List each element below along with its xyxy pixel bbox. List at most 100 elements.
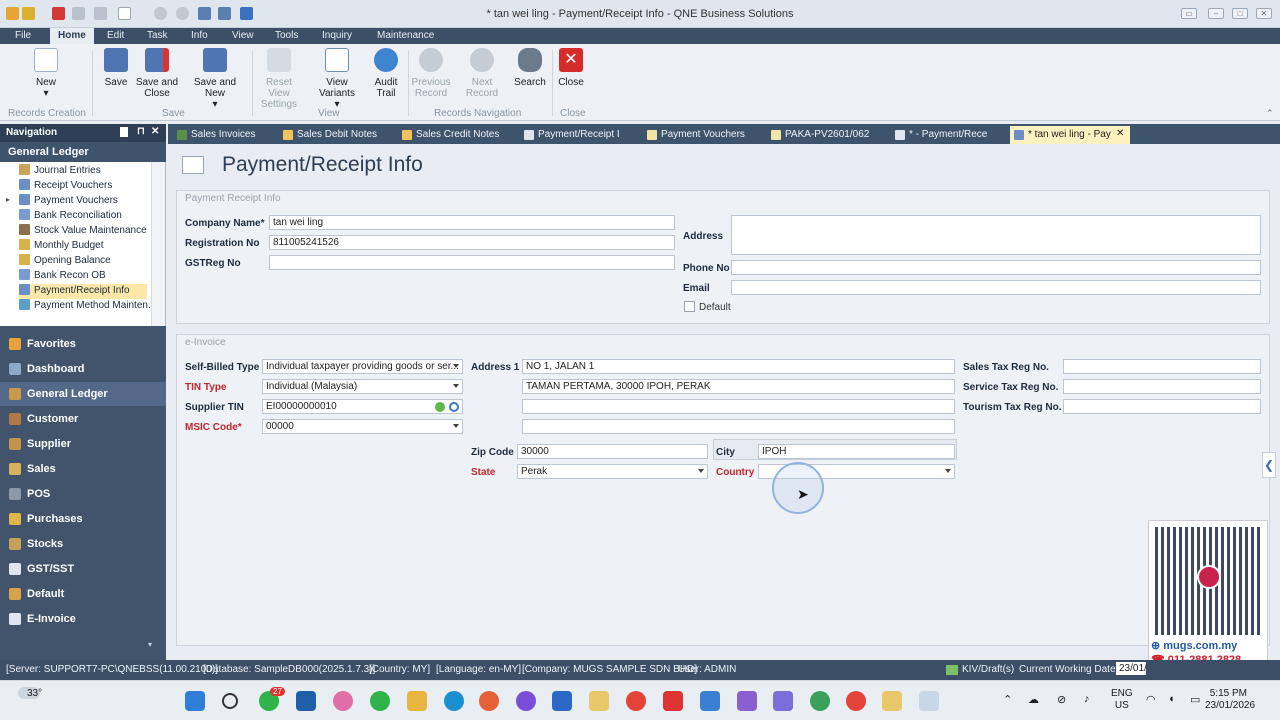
company-name-field[interactable]: tan wei ling (269, 215, 675, 230)
minimize-icon[interactable]: – (1208, 8, 1224, 19)
tab-sales-debit-notes[interactable]: Sales Debit Notes (279, 126, 377, 144)
save-button[interactable]: Save (100, 48, 132, 88)
save-close-button[interactable]: Save and Close (134, 48, 180, 99)
side-panel-toggle-icon[interactable]: ❮ (1262, 452, 1276, 478)
menu-maintenance[interactable]: Maintenance (377, 30, 434, 41)
module-sales[interactable]: Sales (0, 457, 166, 481)
pin-icon[interactable]: ⊓ (137, 126, 145, 137)
tree-item-payment-receipt-info[interactable]: Payment/Receipt Info (19, 284, 147, 299)
address-3-field[interactable] (522, 399, 955, 414)
chrome-icon[interactable] (626, 691, 646, 711)
menu-info[interactable]: Info (191, 30, 208, 41)
wps-icon[interactable] (663, 691, 683, 711)
collapse-ribbon-icon[interactable]: ⌃ (1266, 108, 1274, 119)
gstreg-no-field[interactable] (269, 255, 675, 270)
menu-task[interactable]: Task (147, 30, 168, 41)
menu-view[interactable]: View (232, 30, 254, 41)
store-icon[interactable] (296, 691, 316, 711)
camera-off-icon[interactable]: ⊘ (1057, 693, 1066, 706)
nav-expand-icon[interactable]: ▾ (148, 640, 152, 649)
cloud-icon[interactable]: ☁ (1028, 693, 1039, 706)
tree-item-payment-vouchers[interactable]: Payment Vouchers (19, 194, 147, 209)
msic-code-select[interactable]: 00000 (262, 419, 463, 434)
menu-edit[interactable]: Edit (107, 30, 124, 41)
chrome-icon[interactable] (810, 691, 830, 711)
qne-icon[interactable] (589, 691, 609, 711)
tourism-tax-reg-field[interactable] (1063, 399, 1261, 414)
module-general-ledger[interactable]: General Ledger (0, 382, 166, 406)
new-button[interactable]: New ▾ (28, 48, 64, 99)
tab-unsaved-payment-receipt[interactable]: * - Payment/Rece (891, 126, 987, 144)
address-1-field[interactable]: NO 1, JALAN 1 (522, 359, 955, 374)
folder-icon[interactable] (407, 691, 427, 711)
menu-inquiry[interactable]: Inquiry (322, 30, 352, 41)
tab-payment-receipt[interactable]: Payment/Receipt I (520, 126, 620, 144)
tab-sales-credit-notes[interactable]: Sales Credit Notes (398, 126, 499, 144)
browser-icon[interactable] (516, 691, 536, 711)
module-stocks[interactable]: Stocks (0, 532, 166, 556)
whatsapp-icon[interactable] (370, 691, 390, 711)
tree-item-bank-reconciliation[interactable]: Bank Reconciliation (19, 209, 147, 224)
tab-payment-vouchers[interactable]: Payment Vouchers (643, 126, 745, 144)
tab-paka-pv[interactable]: PAKA-PV2601/062 (767, 126, 869, 144)
service-tax-reg-field[interactable] (1063, 379, 1261, 394)
tree-scrollbar[interactable] (151, 162, 165, 326)
app-icon[interactable] (773, 691, 793, 711)
module-dashboard[interactable]: Dashboard (0, 357, 166, 381)
state-select[interactable]: Perak (517, 464, 708, 479)
language-indicator[interactable]: ENG US (1111, 688, 1133, 712)
windows-start-icon[interactable] (185, 691, 205, 711)
module-favorites[interactable]: Favorites (0, 332, 166, 356)
menu-home[interactable]: Home (50, 28, 94, 44)
close-tab-icon[interactable]: ✕ (1116, 128, 1124, 139)
validate-check-icon[interactable] (435, 402, 445, 412)
phone-no-field[interactable] (731, 260, 1261, 275)
tree-item-receipt-vouchers[interactable]: Receipt Vouchers (19, 179, 147, 194)
close-button[interactable]: ✕ Close (556, 48, 586, 88)
next-record-button[interactable]: Next Record (456, 48, 508, 99)
outlook-icon[interactable] (552, 691, 572, 711)
app-icon[interactable] (700, 691, 720, 711)
firefox-icon[interactable] (479, 691, 499, 711)
address-4-field[interactable] (522, 419, 955, 434)
tree-item-payment-method[interactable]: Payment Method Mainten... (19, 299, 156, 314)
module-e-invoice[interactable]: E-Invoice (0, 607, 166, 631)
sales-tax-reg-field[interactable] (1063, 359, 1261, 374)
self-billed-type-select[interactable]: Individual taxpayer providing goods or s… (262, 359, 463, 374)
snipping-icon[interactable] (919, 691, 939, 711)
maximize-icon[interactable]: □ (1232, 8, 1248, 19)
menu-tools[interactable]: Tools (275, 30, 298, 41)
reset-view-button[interactable]: Reset View Settings (256, 48, 302, 110)
module-default[interactable]: Default (0, 582, 166, 606)
menu-file[interactable]: File (15, 30, 31, 41)
address-2-field[interactable]: TAMAN PERTAMA, 30000 IPOH, PERAK (522, 379, 955, 394)
app-icon[interactable] (737, 691, 757, 711)
tab-tan-wei-ling[interactable]: * tan wei ling - Pay ✕ (1010, 126, 1130, 144)
doc-icon[interactable] (120, 127, 128, 137)
previous-record-button[interactable]: Previous Record (410, 48, 452, 99)
search-icon[interactable] (222, 693, 238, 709)
zip-code-field[interactable]: 30000 (517, 444, 708, 459)
city-field[interactable]: IPOH (758, 444, 955, 459)
chrome-icon[interactable] (846, 691, 866, 711)
address-field[interactable] (731, 215, 1261, 255)
registration-no-field[interactable]: 811005241526 (269, 235, 675, 250)
edge-icon[interactable] (444, 691, 464, 711)
module-supplier[interactable]: Supplier (0, 432, 166, 456)
battery-icon[interactable]: ▭ (1190, 693, 1200, 706)
close-panel-icon[interactable]: ✕ (151, 126, 159, 137)
email-field[interactable] (731, 280, 1261, 295)
tree-item-monthly-budget[interactable]: Monthly Budget (19, 239, 147, 254)
module-gst-sst[interactable]: GST/SST (0, 557, 166, 581)
volume-icon[interactable]: ◖ (1168, 693, 1175, 705)
search-icon[interactable] (449, 402, 459, 412)
module-pos[interactable]: POS (0, 482, 166, 506)
wifi-icon[interactable]: ◠ (1146, 693, 1156, 706)
tree-item-journal-entries[interactable]: Journal Entries (19, 164, 147, 179)
module-purchases[interactable]: Purchases (0, 507, 166, 531)
tray-chevron-icon[interactable]: ⌃ (1003, 693, 1012, 706)
search-button[interactable]: Search (512, 48, 548, 88)
module-customer[interactable]: Customer (0, 407, 166, 431)
expand-arrow-icon[interactable]: ▸ (6, 195, 10, 204)
tab-sales-invoices[interactable]: Sales Invoices (173, 126, 255, 144)
